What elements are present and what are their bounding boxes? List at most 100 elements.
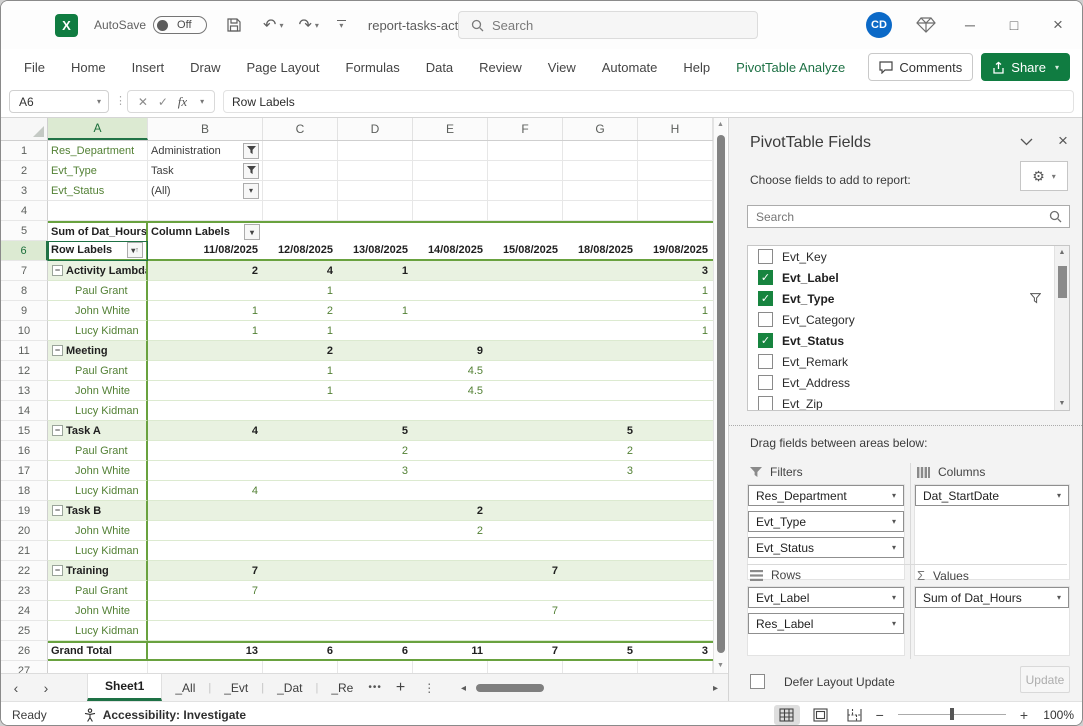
ribbon-tab-pivottable-analyze[interactable]: PivotTable Analyze (723, 49, 858, 85)
cell-H[interactable] (638, 501, 713, 521)
minimize-button[interactable]: ─ (960, 17, 980, 33)
cell-C[interactable]: 1 (263, 361, 338, 381)
quick-access-overflow-icon[interactable]: ▾ (337, 20, 346, 30)
cell-B[interactable] (148, 461, 263, 481)
avatar[interactable]: CD (866, 12, 892, 38)
cell-C[interactable] (263, 541, 338, 561)
scroll-up-icon[interactable]: ▲ (714, 121, 727, 128)
cell-B[interactable]: 11/08/2025 (148, 241, 263, 261)
ribbon-tab-help[interactable]: Help (670, 49, 723, 85)
cell-G[interactable] (563, 621, 638, 641)
cell-G[interactable] (563, 661, 638, 673)
cell-H[interactable]: 1 (638, 321, 713, 341)
field-checkbox-evt-label[interactable]: ✓ (758, 270, 773, 285)
cell-G[interactable] (563, 221, 638, 241)
ribbon-tab-file[interactable]: File (11, 49, 58, 85)
cell-A[interactable]: John White (48, 601, 148, 621)
cell-F[interactable] (488, 161, 563, 181)
cell-H[interactable] (638, 481, 713, 501)
cell-D[interactable]: 1 (338, 301, 413, 321)
defer-layout-checkbox[interactable] (750, 674, 765, 689)
cell-C[interactable] (263, 421, 338, 441)
cell-D[interactable] (338, 321, 413, 341)
ribbon-tab-formulas[interactable]: Formulas (333, 49, 413, 85)
collapse-icon[interactable]: − (52, 565, 63, 576)
cell-E[interactable]: 4.5 (413, 361, 488, 381)
cell-E[interactable] (413, 321, 488, 341)
area-field-evt-status[interactable]: Evt_Status▾ (748, 537, 904, 558)
cell-B[interactable]: Task (148, 161, 263, 181)
sheet-tab--dat[interactable]: _Dat (264, 681, 315, 695)
cell-D[interactable] (338, 221, 413, 241)
cell-H[interactable] (638, 461, 713, 481)
field-item-evt-zip[interactable]: Evt_Zip (748, 393, 1069, 411)
cell-D[interactable] (338, 521, 413, 541)
cell-F[interactable] (488, 501, 563, 521)
cell-F[interactable] (488, 281, 563, 301)
cell-E[interactable] (413, 261, 488, 281)
sheet-tab--re[interactable]: _Re (318, 681, 366, 695)
field-item-evt-category[interactable]: Evt_Category (748, 309, 1069, 330)
cell-E[interactable]: 4.5 (413, 381, 488, 401)
row-header-17[interactable]: 17 (1, 461, 48, 481)
cell-B[interactable] (148, 381, 263, 401)
cell-G[interactable] (563, 341, 638, 361)
cell-G[interactable] (563, 281, 638, 301)
cell-C[interactable] (263, 561, 338, 581)
cell-A[interactable]: Sum of Dat_Hours (48, 221, 148, 241)
row-header-15[interactable]: 15 (1, 421, 48, 441)
cell-F[interactable] (488, 581, 563, 601)
cell-B[interactable]: 4 (148, 421, 263, 441)
cell-G[interactable]: 5 (563, 641, 638, 661)
cell-H[interactable] (638, 361, 713, 381)
cell-A[interactable]: Lucy Kidman (48, 541, 148, 561)
confirm-entry-icon[interactable]: ✓ (158, 95, 168, 109)
row-header-3[interactable]: 3 (1, 181, 48, 201)
close-button[interactable]: × (1048, 15, 1068, 35)
row-header-18[interactable]: 18 (1, 481, 48, 501)
cancel-entry-icon[interactable]: ✕ (138, 95, 148, 109)
cell-B[interactable] (148, 201, 263, 221)
diamond-icon[interactable] (916, 16, 936, 34)
row-header-5[interactable]: 5 (1, 221, 48, 241)
cell-B[interactable] (148, 501, 263, 521)
cell-C[interactable] (263, 441, 338, 461)
sheet-tab--evt[interactable]: _Evt (211, 681, 261, 695)
cell-H[interactable] (638, 381, 713, 401)
cell-D[interactable] (338, 561, 413, 581)
ribbon-tab-insert[interactable]: Insert (119, 49, 178, 85)
column-header-E[interactable]: E (413, 118, 488, 140)
cell-E[interactable] (413, 201, 488, 221)
cell-H[interactable] (638, 601, 713, 621)
row-header-11[interactable]: 11 (1, 341, 48, 361)
cell-F[interactable]: 7 (488, 601, 563, 621)
cell-H[interactable] (638, 221, 713, 241)
row-header-2[interactable]: 2 (1, 161, 48, 181)
cell-C[interactable]: 6 (263, 641, 338, 661)
cell-C[interactable]: 12/08/2025 (263, 241, 338, 261)
cell-F[interactable] (488, 381, 563, 401)
cell-H[interactable] (638, 341, 713, 361)
horizontal-scrollbar[interactable]: ◂ ▸ (461, 674, 718, 702)
cell-G[interactable] (563, 161, 638, 181)
tabbar-splitter[interactable]: ⋮ (423, 681, 435, 695)
cell-B[interactable]: 1 (148, 321, 263, 341)
cell-G[interactable]: 3 (563, 461, 638, 481)
field-checkbox-evt-status[interactable]: ✓ (758, 333, 773, 348)
cell-C[interactable] (263, 521, 338, 541)
filter-button[interactable] (243, 163, 259, 179)
cell-B[interactable] (148, 441, 263, 461)
field-item-evt-label[interactable]: ✓Evt_Label (748, 267, 1069, 288)
cell-D[interactable] (338, 621, 413, 641)
formula-input[interactable]: Row Labels (223, 90, 1074, 113)
cell-F[interactable]: 7 (488, 641, 563, 661)
cell-A[interactable]: Row Labels▾↑ (48, 241, 148, 261)
vertical-scrollbar[interactable]: ▲ ▼ (713, 118, 727, 673)
row-header-16[interactable]: 16 (1, 441, 48, 461)
cell-H[interactable] (638, 661, 713, 673)
select-all-corner[interactable] (1, 118, 48, 140)
cell-B[interactable]: 7 (148, 561, 263, 581)
cell-A[interactable]: −Training (48, 561, 148, 581)
cell-D[interactable]: 13/08/2025 (338, 241, 413, 261)
vscroll-thumb[interactable] (717, 135, 725, 653)
